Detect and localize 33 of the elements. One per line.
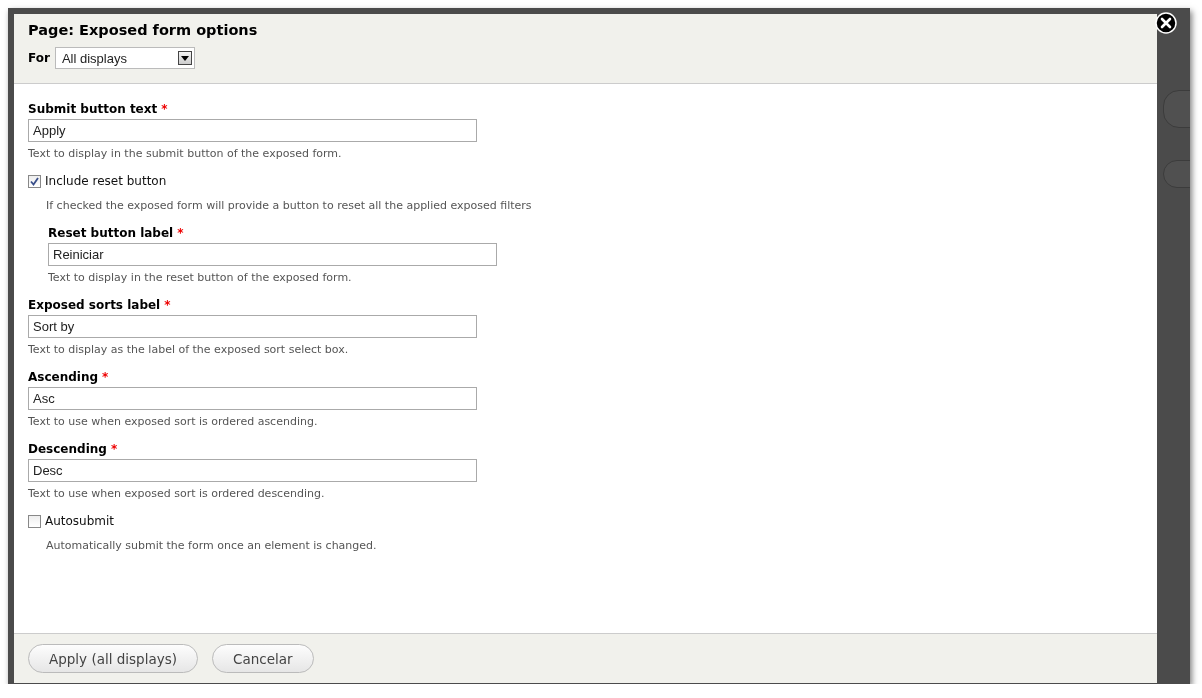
field-label: For (28, 51, 50, 65)
text-field[interactable]: Asc (28, 387, 477, 410)
dropdown-caret-icon[interactable] (177, 51, 192, 65)
checkbox[interactable] (28, 514, 41, 528)
field-description: Text to display in the submit button of the exposed form. (28, 146, 343, 161)
cancel-button[interactable]: Cancelar (212, 644, 314, 673)
field-description: Text to use when exposed sort is ordered ascending. (28, 414, 319, 429)
checkbox-label: Include reset button (45, 174, 167, 188)
required-mark: * (161, 102, 168, 116)
field-description: Automatically submit the form once an element is changed. (46, 538, 378, 553)
display-select[interactable]: All displays (54, 47, 195, 69)
close-icon[interactable] (1155, 12, 1177, 34)
field-label: Reset button label * (48, 225, 185, 241)
required-mark: * (177, 226, 184, 240)
field-description: Text to display as the label of the exposed sort select box. (28, 342, 350, 357)
field-label: Descending * (28, 441, 119, 457)
field-description: Text to display in the reset button of the exposed form. (48, 270, 353, 285)
apply-button[interactable]: Apply (all displays) (28, 644, 198, 673)
field-label: Ascending * (28, 369, 110, 385)
required-mark: * (102, 370, 109, 384)
text-field[interactable]: Reiniciar (48, 243, 497, 266)
required-mark: * (110, 442, 118, 456)
text-field[interactable]: Desc (28, 459, 477, 482)
field-label: Submit button text * (28, 101, 169, 117)
checkbox[interactable] (28, 174, 41, 188)
dialog-title: Page: Exposed form options (28, 22, 259, 38)
field-description: Text to use when exposed sort is ordered descending. (28, 486, 326, 501)
text-field[interactable]: Apply (28, 119, 477, 142)
field-label: Exposed sorts label * (28, 297, 172, 313)
required-mark: * (164, 298, 171, 312)
field-description: If checked the exposed form will provide a button to reset all the applied exposed filters (46, 198, 533, 213)
text-field[interactable]: Sort by (28, 315, 477, 338)
checkbox-label: Autosubmit (45, 514, 115, 528)
